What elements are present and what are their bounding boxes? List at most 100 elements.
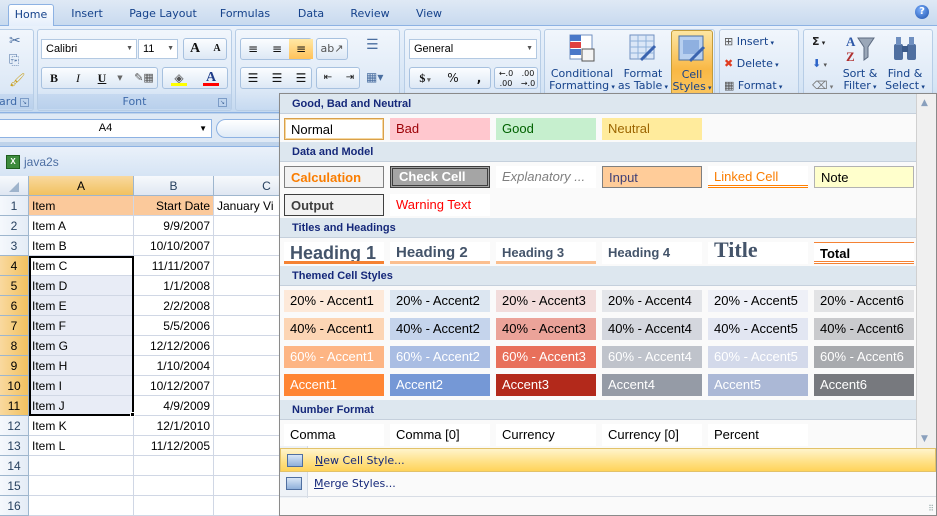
row-header[interactable]: 4	[0, 256, 29, 276]
cell-style-currency[interactable]: Currency	[496, 424, 596, 446]
align-center-button[interactable]: ☰	[265, 68, 289, 88]
cell-style-bad[interactable]: Bad	[390, 118, 490, 140]
number-format-combo[interactable]: General ▼	[409, 39, 537, 59]
cell-style-calculation[interactable]: Calculation	[284, 166, 384, 188]
cell-style-accent5[interactable]: Accent5	[708, 374, 808, 396]
cell-style-neutral[interactable]: Neutral	[602, 118, 702, 140]
cell-a10[interactable]: Item I	[29, 376, 134, 396]
cell-a14[interactable]	[29, 456, 134, 476]
tab-data[interactable]: Data	[290, 4, 332, 26]
cell-style-60-accent5[interactable]: 60% - Accent5	[708, 346, 808, 368]
row-header[interactable]: 16	[0, 496, 29, 516]
cell-style-note[interactable]: Note	[814, 166, 914, 188]
column-header-b[interactable]: B	[134, 176, 214, 196]
italic-button[interactable]: I	[66, 68, 90, 88]
sort-filter-button[interactable]: AZ Sort & Filter ▾	[840, 32, 880, 96]
merge-styles-menu-item[interactable]: Merge Styles...	[280, 472, 936, 496]
row-header[interactable]: 15	[0, 476, 29, 496]
help-icon[interactable]: ?	[915, 5, 929, 19]
cell-style-accent3[interactable]: Accent3	[496, 374, 596, 396]
font-launcher-icon[interactable]: ↘	[218, 98, 227, 107]
cell-b12[interactable]: 12/1/2010	[134, 416, 214, 436]
cell-style-20-accent4[interactable]: 20% - Accent4	[602, 290, 702, 312]
cell-a12[interactable]: Item K	[29, 416, 134, 436]
decrease-indent-icon[interactable]: ⇤	[317, 68, 339, 88]
cell-b10[interactable]: 10/12/2007	[134, 376, 214, 396]
cell-styles-button[interactable]: Cell Styles ▾	[671, 30, 713, 96]
name-box[interactable]: A4 ▼	[0, 119, 212, 138]
tab-insert[interactable]: Insert	[64, 4, 110, 26]
gallery-scrollbar[interactable]: ▲ ▼	[916, 94, 936, 464]
cell-style-40-accent5[interactable]: 40% - Accent5	[708, 318, 808, 340]
clipboard-launcher-icon[interactable]: ↘	[20, 98, 29, 107]
cell-style-check-cell[interactable]: Check Cell	[390, 166, 490, 188]
align-right-button[interactable]: ☰	[289, 68, 313, 88]
cell-b16[interactable]	[134, 496, 214, 516]
row-header[interactable]: 3	[0, 236, 29, 256]
cell-b15[interactable]	[134, 476, 214, 496]
increase-decimal-button[interactable]: ←.0.00	[495, 68, 517, 88]
cell-style-currency-0[interactable]: Currency [0]	[602, 424, 702, 446]
middle-align-button[interactable]: ≡	[265, 39, 289, 59]
new-cell-style-menu-item[interactable]: New Cell Style...	[280, 448, 936, 472]
cell-style-20-accent5[interactable]: 20% - Accent5	[708, 290, 808, 312]
cell-style-40-accent1[interactable]: 40% - Accent1	[284, 318, 384, 340]
cell-b6[interactable]: 2/2/2008	[134, 296, 214, 316]
cut-icon[interactable]: ✂	[9, 32, 21, 50]
cell-b14[interactable]	[134, 456, 214, 476]
cell-style-explanatory[interactable]: Explanatory ...	[496, 166, 596, 188]
cell-a7[interactable]: Item F	[29, 316, 134, 336]
cell-style-20-accent2[interactable]: 20% - Accent2	[390, 290, 490, 312]
wrap-text-icon[interactable]: ☰	[366, 36, 379, 54]
cell-style-normal[interactable]: Normal	[284, 118, 384, 140]
fill-button[interactable]: ⬇ ▾	[812, 55, 827, 73]
row-header[interactable]: 8	[0, 336, 29, 356]
cell-style-40-accent2[interactable]: 40% - Accent2	[390, 318, 490, 340]
cell-a4[interactable]: Item C	[29, 256, 134, 276]
cell-style-accent4[interactable]: Accent4	[602, 374, 702, 396]
row-header[interactable]: 10	[0, 376, 29, 396]
cell-a5[interactable]: Item D	[29, 276, 134, 296]
fill-handle[interactable]	[130, 412, 135, 417]
align-left-button[interactable]: ☰	[241, 68, 265, 88]
font-name-combo[interactable]: Calibri ▼	[41, 39, 137, 59]
bottom-align-button[interactable]: ≡	[289, 39, 313, 59]
cell-style-linked-cell[interactable]: Linked Cell	[708, 166, 808, 188]
cell-style-comma-0[interactable]: Comma [0]	[390, 424, 490, 446]
tab-page-layout[interactable]: Page Layout	[124, 4, 202, 26]
cell-b7[interactable]: 5/5/2006	[134, 316, 214, 336]
top-align-button[interactable]: ≡	[241, 39, 265, 59]
row-header[interactable]: 1	[0, 196, 29, 216]
row-header[interactable]: 14	[0, 456, 29, 476]
grow-font-button[interactable]: A	[184, 39, 206, 59]
cell-b9[interactable]: 1/10/2004	[134, 356, 214, 376]
fill-color-button[interactable]: ◈	[165, 68, 193, 88]
scroll-down-icon[interactable]: ▼	[921, 434, 928, 444]
underline-button[interactable]: U	[90, 68, 114, 88]
font-color-button[interactable]: A	[197, 68, 225, 88]
cell-style-title[interactable]: Title	[708, 242, 808, 264]
scroll-up-icon[interactable]: ▲	[921, 98, 928, 108]
cell-style-heading-2[interactable]: Heading 2	[390, 242, 490, 264]
cell-a2[interactable]: Item A	[29, 216, 134, 236]
cell-style-output[interactable]: Output	[284, 194, 384, 216]
cell-a13[interactable]: Item L	[29, 436, 134, 456]
cell-style-heading-4[interactable]: Heading 4	[602, 242, 702, 264]
row-header[interactable]: 13	[0, 436, 29, 456]
copy-icon[interactable]: ⎘	[9, 52, 19, 70]
merge-center-icon[interactable]: ▦▾	[366, 68, 383, 86]
percent-button[interactable]: %	[440, 68, 466, 88]
row-header[interactable]: 7	[0, 316, 29, 336]
cell-style-accent1[interactable]: Accent1	[284, 374, 384, 396]
find-select-button[interactable]: Find & Select ▾	[882, 32, 928, 96]
cell-style-60-accent4[interactable]: 60% - Accent4	[602, 346, 702, 368]
cell-style-60-accent1[interactable]: 60% - Accent1	[284, 346, 384, 368]
cell-style-40-accent3[interactable]: 40% - Accent3	[496, 318, 596, 340]
currency-button[interactable]: $ ▾	[410, 68, 440, 88]
borders-button[interactable]: ✎▦	[130, 68, 158, 88]
cell-b13[interactable]: 11/12/2005	[134, 436, 214, 456]
resize-grip-icon[interactable]: ⠿	[928, 504, 934, 513]
underline-dropdown-icon[interactable]: ▼	[114, 68, 126, 88]
cell-style-20-accent6[interactable]: 20% - Accent6	[814, 290, 914, 312]
cell-style-60-accent6[interactable]: 60% - Accent6	[814, 346, 914, 368]
